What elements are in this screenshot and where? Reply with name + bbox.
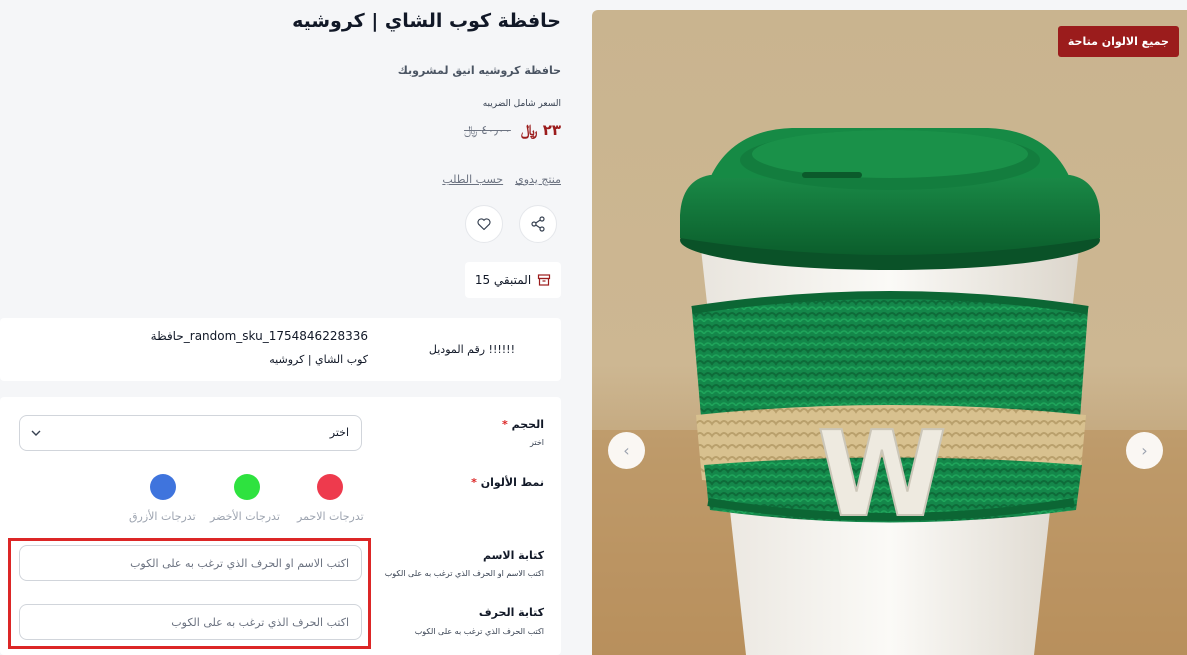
tax-inclusive-label: السعر شامل الضريبه xyxy=(482,99,561,109)
swatch-blue-label: تدرجات الأزرق xyxy=(129,510,196,523)
share-button[interactable] xyxy=(519,205,557,243)
model-sku: حافظة_random_sku_1754846228336 xyxy=(150,329,368,343)
color-pattern-label: نمط الألوان * xyxy=(471,476,544,489)
product-subtitle: حافظة كروشيه انيق لمشروبك xyxy=(397,64,561,77)
tag-handmade[interactable]: منتج يدوي xyxy=(515,173,561,186)
share-icon xyxy=(531,216,545,232)
sale-price: ٢٣ ﷼ xyxy=(520,121,561,139)
swatch-blue[interactable] xyxy=(150,474,176,500)
size-hint: اختر xyxy=(530,438,544,447)
availability-badge: جميع الالوان متاحة xyxy=(1057,26,1179,57)
size-select-value: اختر xyxy=(329,426,349,439)
stock-text: المتبقي 15 xyxy=(474,273,532,287)
chevron-right-icon: › xyxy=(1141,441,1148,460)
product-title: حافظة كوب الشاي | كروشيه xyxy=(292,10,561,32)
size-label-text: الحجم xyxy=(511,418,544,431)
product-image-gallery[interactable]: W جميع الالوان متاحة ‹ › xyxy=(592,10,1187,655)
product-tags: منتج يدوي حسب الطلب xyxy=(442,173,561,186)
required-mark: * xyxy=(502,418,508,431)
heart-icon xyxy=(477,218,491,231)
swatch-green-label: تدرجات الأخضر xyxy=(210,510,280,523)
color-pattern-label-text: نمط الألوان xyxy=(480,476,544,489)
previous-image-button[interactable]: ‹ xyxy=(608,432,645,469)
name-text-hint: اكتب الاسم او الحرف الذي ترغب به على الك… xyxy=(384,569,544,578)
chevron-left-icon: ‹ xyxy=(623,441,630,460)
letter-text-hint: اكتب الحرف الذي ترغب به على الكوب xyxy=(414,627,544,636)
stock-remaining: المتبقي 15 xyxy=(465,262,561,298)
tag-made-to-order[interactable]: حسب الطلب xyxy=(442,173,503,186)
size-select[interactable]: اختر xyxy=(19,415,362,451)
cup-letter: W xyxy=(817,405,947,543)
wishlist-button[interactable] xyxy=(465,205,503,243)
swatch-red-label: تدرجات الاحمر xyxy=(297,510,364,523)
required-mark: * xyxy=(471,476,477,489)
size-label: الحجم * xyxy=(502,418,544,431)
model-name: كوب الشاي | كروشيه xyxy=(269,353,368,366)
model-info-card: !!!!!! رقم الموديل حافظة_random_sku_1754… xyxy=(0,318,561,381)
price-row: ٢٣ ﷼ ٤٠٫٠٠ ﷼ xyxy=(464,121,561,139)
original-price: ٤٠٫٠٠ ﷼ xyxy=(464,122,511,137)
chevron-down-icon xyxy=(31,430,41,436)
letter-text-label: كتابة الحرف xyxy=(478,606,544,619)
swatch-green[interactable] xyxy=(234,474,260,500)
name-text-input[interactable] xyxy=(19,545,362,581)
product-options: الحجم * اختر اختر نمط الألوان * تدرجات ا… xyxy=(0,397,561,655)
product-photo: W xyxy=(592,128,1187,655)
name-text-label: كتابة الاسم xyxy=(482,549,544,562)
next-image-button[interactable]: › xyxy=(1126,432,1163,469)
model-number-label: !!!!!! رقم الموديل xyxy=(428,343,515,356)
box-icon xyxy=(538,274,551,286)
letter-text-input[interactable] xyxy=(19,604,362,640)
swatch-red[interactable] xyxy=(317,474,343,500)
